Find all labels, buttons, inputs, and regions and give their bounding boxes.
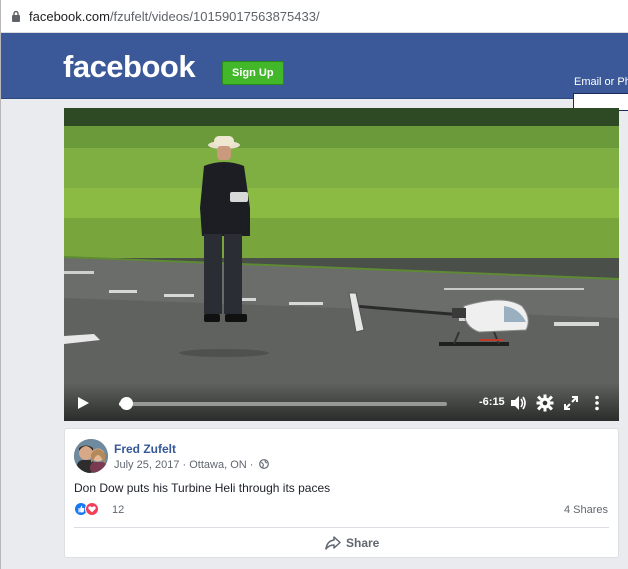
- lock-icon: [12, 10, 20, 22]
- video-controls: -6:15: [64, 383, 619, 421]
- avatar[interactable]: [74, 439, 108, 473]
- post-author[interactable]: Fred Zufelt: [114, 442, 176, 456]
- post-card: Fred Zufelt July 25, 2017 · Ottawa, ON ·…: [64, 428, 619, 558]
- time-remaining: -6:15: [479, 396, 505, 408]
- facebook-logo[interactable]: facebook: [63, 49, 196, 85]
- site-header: facebook Sign Up Email or Phone: [1, 33, 628, 111]
- fullscreen-icon[interactable]: [562, 394, 580, 412]
- more-icon[interactable]: [588, 394, 606, 412]
- url-host: facebook.com: [29, 9, 110, 24]
- email-label: Email or Phone: [574, 76, 628, 88]
- globe-icon: [258, 459, 269, 469]
- post-location[interactable]: Ottawa, ON: [189, 459, 246, 471]
- meta-separator: ·: [182, 459, 187, 471]
- divider: [74, 527, 609, 528]
- progress-scrubber[interactable]: [120, 397, 133, 410]
- video-frame: [64, 108, 619, 421]
- video-player[interactable]: -6:15: [64, 108, 619, 421]
- share-icon: [325, 536, 341, 550]
- reaction-count: 12: [112, 504, 125, 516]
- progress-bar[interactable]: [119, 402, 447, 406]
- share-label: Share: [346, 536, 380, 550]
- url-path: /fzufelt/videos/10159017563875433/: [109, 9, 320, 24]
- post-text: Don Dow puts his Turbine Heli through it…: [74, 481, 331, 495]
- volume-icon[interactable]: [509, 394, 527, 412]
- avatar-image: [74, 439, 108, 473]
- browser-address-bar[interactable]: facebook.com/fzufelt/videos/101590175638…: [1, 0, 628, 33]
- meta-separator: ·: [249, 459, 254, 471]
- url-text[interactable]: facebook.com/fzufelt/videos/101590175638…: [29, 9, 320, 24]
- signup-button[interactable]: Sign Up: [222, 61, 284, 85]
- love-reaction-icon: [85, 502, 99, 516]
- play-icon[interactable]: [76, 396, 90, 410]
- settings-icon[interactable]: [536, 394, 554, 412]
- post-date[interactable]: July 25, 2017: [114, 459, 179, 471]
- post-meta: July 25, 2017 · Ottawa, ON ·: [114, 459, 269, 471]
- share-count[interactable]: 4 Shares: [564, 504, 608, 516]
